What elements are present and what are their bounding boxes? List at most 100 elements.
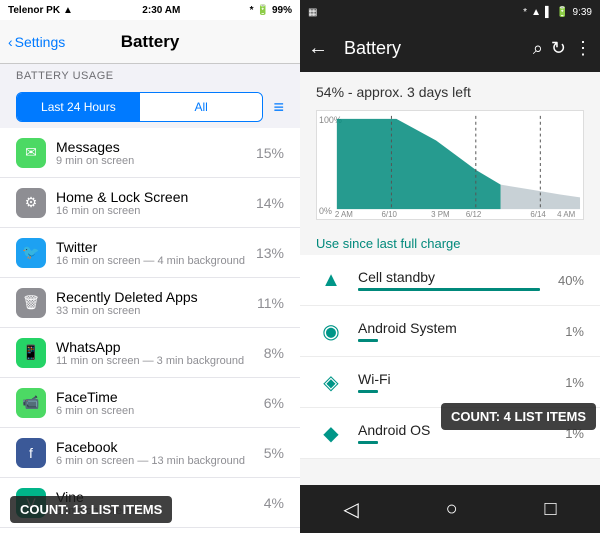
svg-text:0%: 0% — [319, 206, 332, 216]
app-icon-glyph: f — [29, 445, 33, 461]
app-detail: 6 min on screen — 13 min background — [56, 455, 256, 467]
android-app-bar — [358, 339, 378, 342]
android-app-name: Android System — [358, 320, 557, 336]
android-app-info: Wi-Fi — [358, 371, 557, 393]
app-icon-glyph: ⚙ — [25, 194, 38, 211]
android-wifi-icon: ▲ — [531, 7, 541, 18]
android-list-item[interactable]: ◉ Android System 1% — [300, 306, 600, 357]
app-icon: 📱 — [16, 338, 46, 368]
android-icon-glyph: ◈ — [323, 370, 338, 395]
app-icon-glyph: 🐦 — [22, 244, 39, 261]
app-icon: 🐦 — [16, 238, 46, 268]
svg-text:2 AM: 2 AM — [335, 210, 353, 219]
android-icon-glyph: ◆ — [323, 421, 338, 446]
all-time-button[interactable]: All — [140, 93, 263, 121]
app-pct: 6% — [264, 395, 284, 411]
android-app-bar — [358, 288, 540, 291]
battery-summary: 54% - approx. 3 days left — [300, 72, 600, 106]
more-options-icon[interactable]: ⋮ — [574, 38, 592, 59]
list-view-button[interactable]: ≡ — [273, 97, 284, 118]
app-pct: 15% — [256, 145, 284, 161]
app-pct: 13% — [256, 245, 284, 261]
ios-list-item[interactable]: ✉ Messages 9 min on screen 15% — [0, 128, 300, 178]
android-home-button[interactable]: ○ — [438, 490, 466, 529]
last-24h-button[interactable]: Last 24 Hours — [17, 93, 140, 121]
svg-text:6/12: 6/12 — [466, 210, 481, 219]
android-app-icon: ▲ — [316, 265, 346, 295]
android-nav-title: Battery — [344, 38, 517, 59]
bluetooth-icon: * — [250, 5, 254, 16]
carrier-label: Telenor PK — [8, 5, 60, 16]
android-app-icon: ◈ — [316, 367, 346, 397]
android-list-item[interactable]: ▲ Cell standby 40% — [300, 255, 600, 306]
app-icon: 🗑 — [16, 288, 46, 318]
android-icon-glyph: ◉ — [322, 319, 339, 344]
android-app-name: Wi-Fi — [358, 371, 557, 387]
ios-panel: Telenor PK ▲ 2:30 AM * 🔋 99% ‹ Settings … — [0, 0, 300, 533]
ios-list-item[interactable]: 📹 FaceTime 6 min on screen 6% — [0, 378, 300, 428]
app-detail: 6 min on screen — [56, 405, 256, 417]
app-icon: f — [16, 438, 46, 468]
android-app-pct: 40% — [558, 273, 584, 288]
app-detail: 9 min on screen — [56, 155, 248, 167]
android-list-item[interactable]: ◈ Wi-Fi 1% — [300, 357, 600, 408]
svg-text:6/10: 6/10 — [382, 210, 398, 219]
app-pct: 11% — [257, 295, 284, 311]
android-app-bar — [358, 390, 378, 393]
android-back-button[interactable]: ← — [308, 37, 328, 60]
app-icon-glyph: 📹 — [22, 394, 39, 411]
android-app-info: Android System — [358, 320, 557, 342]
android-app-pct: 1% — [565, 375, 584, 390]
android-bluetooth-icon: * — [523, 7, 527, 18]
app-icon: ⚙ — [16, 188, 46, 218]
android-notification-icon: ▦ — [308, 7, 317, 18]
back-label: Settings — [15, 34, 66, 50]
android-top-nav: ← Battery ⌕ ↻ ⋮ — [300, 24, 600, 72]
android-count-overlay: COUNT: 4 LIST ITEMS — [441, 403, 596, 430]
ios-list-item[interactable]: f Facebook 6 min on screen — 13 min back… — [0, 428, 300, 478]
ios-segmented-control: Last 24 Hours All — [16, 92, 263, 122]
app-info: Messages 9 min on screen — [56, 139, 248, 167]
android-app-info: Cell standby — [358, 269, 550, 291]
app-name: Facebook — [56, 439, 256, 455]
app-name: Recently Deleted Apps — [56, 289, 249, 305]
ios-list-item[interactable]: ⚙ Settings 9 min on screen 4% — [0, 528, 300, 533]
ios-app-list: ✉ Messages 9 min on screen 15% ⚙ Home & … — [0, 128, 300, 533]
app-pct: 14% — [256, 195, 284, 211]
ios-section-header: BATTERY USAGE — [0, 64, 300, 86]
ios-time: 2:30 AM — [142, 5, 180, 16]
android-panel: ▦ * ▲ ▌ 🔋 9:39 ← Battery ⌕ ↻ ⋮ 54% - app… — [300, 0, 600, 533]
svg-text:6/14: 6/14 — [530, 210, 546, 219]
battery-chart: 100% 0% 6/10 6/12 6/14 2 AM 3 PM 4 AM — [316, 110, 584, 220]
app-icon-glyph: ✉ — [25, 144, 37, 161]
app-icon: 📹 — [16, 388, 46, 418]
android-content: 54% - approx. 3 days left 100% 0% 6/10 6… — [300, 72, 600, 485]
refresh-icon[interactable]: ↻ — [551, 38, 566, 59]
ios-status-left: Telenor PK ▲ — [8, 5, 73, 16]
android-recents-button[interactable]: □ — [536, 490, 564, 529]
ios-list-item[interactable]: ⚙ Home & Lock Screen 16 min on screen 14… — [0, 178, 300, 228]
android-status-right: * ▲ ▌ 🔋 9:39 — [523, 7, 592, 18]
app-pct: 8% — [264, 345, 284, 361]
search-icon[interactable]: ⌕ — [533, 38, 543, 59]
app-info: Twitter 16 min on screen — 4 min backgro… — [56, 239, 248, 267]
app-info: FaceTime 6 min on screen — [56, 389, 256, 417]
android-action-icons: ⌕ ↻ ⋮ — [533, 38, 592, 59]
app-pct: 4% — [264, 495, 284, 511]
android-signal-icon: ▌ — [545, 7, 552, 18]
ios-list-item[interactable]: 📱 WhatsApp 11 min on screen — 3 min back… — [0, 328, 300, 378]
android-back-nav-button[interactable]: ◁ — [335, 489, 366, 530]
ios-list-item[interactable]: 🐦 Twitter 16 min on screen — 4 min backg… — [0, 228, 300, 278]
ios-status-bar: Telenor PK ▲ 2:30 AM * 🔋 99% — [0, 0, 300, 20]
ios-list-item[interactable]: 🗑 Recently Deleted Apps 33 min on screen… — [0, 278, 300, 328]
app-info: Recently Deleted Apps 33 min on screen — [56, 289, 249, 317]
svg-text:4 AM: 4 AM — [557, 210, 575, 219]
app-pct: 5% — [264, 445, 284, 461]
ios-back-button[interactable]: ‹ Settings — [8, 34, 65, 50]
android-icon-glyph: ▲ — [321, 269, 341, 292]
use-since-label: Use since last full charge — [300, 228, 600, 255]
app-icon: ✉ — [16, 138, 46, 168]
ios-filter-row: Last 24 Hours All ≡ — [0, 86, 300, 128]
app-info: Home & Lock Screen 16 min on screen — [56, 189, 248, 217]
app-name: Messages — [56, 139, 248, 155]
